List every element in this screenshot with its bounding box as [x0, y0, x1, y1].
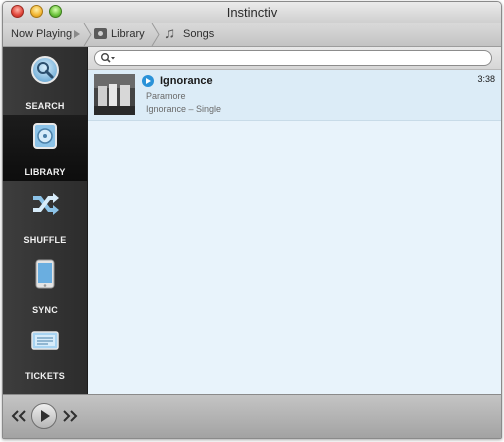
sidebar-item-library[interactable]: LIBRARY — [3, 115, 87, 181]
app-window: Instinctiv Now Playing Library ♫ Songs S… — [2, 1, 502, 439]
album-art — [94, 74, 135, 115]
sidebar: SEARCH LIBRARY SHUFFLE SYNC TICKETS — [3, 47, 88, 394]
library-icon — [33, 123, 57, 149]
music-note-icon: ♫ — [164, 25, 176, 42]
sidebar-item-sync[interactable]: SYNC — [3, 253, 87, 319]
now-playing-arrow-icon[interactable] — [74, 30, 80, 38]
song-artist: Paramore — [146, 91, 186, 101]
title-bar: Instinctiv — [3, 2, 501, 23]
window-title: Instinctiv — [226, 5, 278, 20]
breadcrumb: Now Playing Library ♫ Songs — [3, 23, 501, 47]
sync-icon — [35, 259, 55, 289]
breadcrumb-songs[interactable]: Songs — [183, 28, 214, 40]
sidebar-item-label: TICKETS — [25, 371, 65, 381]
breadcrumb-separator-icon — [151, 23, 160, 46]
song-title: Ignorance — [160, 75, 213, 87]
song-duration: 3:38 — [477, 74, 495, 84]
sidebar-item-label: SYNC — [32, 305, 58, 315]
player-controls — [3, 394, 501, 438]
tickets-icon — [31, 331, 59, 350]
library-crumb-icon — [94, 28, 107, 39]
search-field[interactable] — [94, 50, 492, 67]
breadcrumb-library[interactable]: Library — [111, 28, 145, 40]
sidebar-item-label: SEARCH — [25, 101, 65, 111]
sidebar-item-search[interactable]: SEARCH — [3, 49, 87, 115]
sidebar-item-label: SHUFFLE — [23, 235, 67, 245]
search-icon[interactable] — [100, 52, 116, 64]
shuffle-icon — [33, 193, 59, 215]
previous-icon[interactable] — [11, 410, 27, 422]
song-row[interactable]: Ignorance Paramore Ignorance – Single 3:… — [88, 70, 501, 121]
search-icon — [31, 56, 59, 84]
song-album: Ignorance – Single — [146, 104, 222, 114]
sidebar-item-tickets[interactable]: TICKETS — [3, 319, 87, 385]
sidebar-item-shuffle[interactable]: SHUFFLE — [3, 183, 87, 249]
song-list-panel: Ignorance Paramore Ignorance – Single 3:… — [88, 47, 501, 394]
sidebar-item-label: LIBRARY — [24, 167, 66, 177]
breadcrumb-now-playing[interactable]: Now Playing — [11, 28, 72, 40]
next-icon[interactable] — [62, 410, 78, 422]
play-icon[interactable] — [30, 402, 58, 430]
search-input[interactable] — [119, 51, 483, 67]
play-song-icon[interactable] — [142, 75, 154, 87]
search-bar — [88, 47, 501, 70]
breadcrumb-separator-icon — [83, 23, 92, 46]
